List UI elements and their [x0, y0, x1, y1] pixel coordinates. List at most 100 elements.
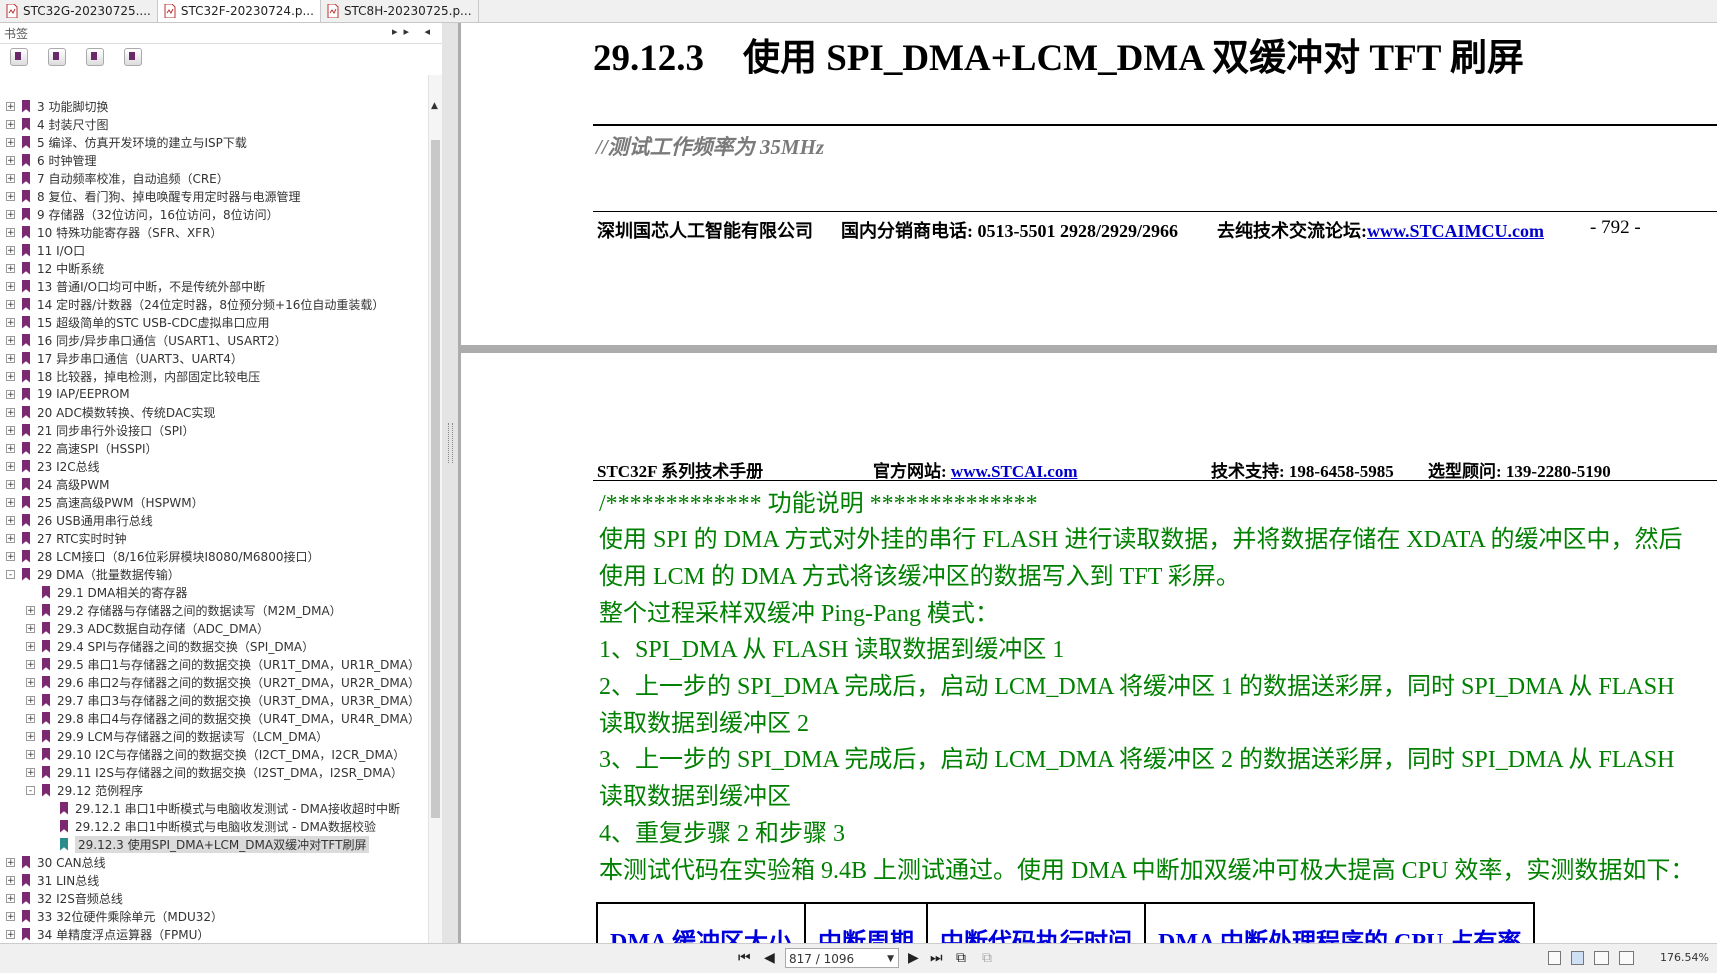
bookmark-item[interactable]: +17 异步串口通信（UART3、UART4）: [6, 349, 243, 367]
collapse-icon[interactable]: -: [26, 785, 35, 795]
bookmark-item[interactable]: +21 同步串行外设接口（SPI）: [6, 421, 194, 439]
expand-icon[interactable]: +: [6, 533, 15, 543]
last-page-icon[interactable]: ⏭: [930, 950, 943, 966]
expand-icon[interactable]: +: [6, 335, 15, 345]
bookmark-item[interactable]: +9 存储器（32位访问，16位访问，8位访问）: [6, 205, 279, 223]
panel-toggle-buttons[interactable]: ▸▸ ◂: [392, 25, 436, 38]
first-page-icon[interactable]: ⏮: [738, 950, 751, 966]
expand-icon[interactable]: +: [6, 407, 15, 417]
expand-icon[interactable]: +: [26, 713, 35, 723]
forward-view-icon[interactable]: ⧉: [982, 950, 992, 966]
expand-icon[interactable]: +: [6, 101, 15, 111]
expand-icon[interactable]: +: [26, 731, 35, 741]
book-view-icon[interactable]: [1619, 951, 1634, 965]
find-bookmark-icon[interactable]: [86, 48, 104, 66]
expand-icon[interactable]: +: [6, 353, 15, 363]
bookmark-item[interactable]: +32 I2S音频总线: [6, 889, 123, 907]
bookmark-item[interactable]: 29.12.3 使用SPI_DMA+LCM_DMA双缓冲对TFT刷屏: [44, 835, 370, 853]
expand-icon[interactable]: +: [6, 551, 15, 561]
bookmark-item[interactable]: 29.12.2 串口1中断模式与电脑收发测试 - DMA数据校验: [44, 817, 376, 835]
expand-icon[interactable]: +: [6, 389, 15, 399]
single-page-view-icon[interactable]: [1548, 951, 1561, 965]
expand-icon[interactable]: +: [6, 371, 15, 381]
bookmark-item[interactable]: +7 自动频率校准，自动追频（CRE）: [6, 169, 229, 187]
bookmark-item[interactable]: +22 高速SPI（HSSPI）: [6, 439, 158, 457]
expand-icon[interactable]: +: [6, 209, 15, 219]
bookmark-item[interactable]: +20 ADC模数转换、传统DAC实现: [6, 403, 215, 421]
expand-icon[interactable]: +: [26, 605, 35, 615]
expand-icon[interactable]: +: [26, 641, 35, 651]
bookmark-item[interactable]: +24 高级PWM: [6, 475, 110, 493]
expand-icon[interactable]: +: [6, 263, 15, 273]
expand-icon[interactable]: +: [6, 479, 15, 489]
expand-icon[interactable]: +: [6, 515, 15, 525]
bookmark-item[interactable]: +31 LIN总线: [6, 871, 99, 889]
bookmark-item[interactable]: +34 单精度浮点运算器（FPMU）: [6, 925, 209, 943]
bookmark-item[interactable]: +26 USB通用串行总线: [6, 511, 153, 529]
bookmark-item[interactable]: +16 同步/异步串口通信（USART1、USART2）: [6, 331, 287, 349]
dropdown-arrow-icon[interactable]: ▼: [887, 949, 894, 969]
expand-icon[interactable]: +: [6, 443, 15, 453]
forum-link[interactable]: www.STCAIMCU.com: [1367, 221, 1544, 241]
expand-icon[interactable]: +: [6, 929, 15, 939]
expand-icon[interactable]: +: [6, 119, 15, 129]
website-link[interactable]: www.STCAI.com: [951, 462, 1078, 481]
bookmark-item[interactable]: - 29.12 范例程序: [26, 781, 143, 799]
bookmark-item[interactable]: +29.9 LCM与存储器之间的数据读写（LCM_DMA）: [26, 727, 328, 745]
zoom-level[interactable]: 176.54%: [1660, 951, 1709, 964]
expand-icon[interactable]: +: [6, 857, 15, 867]
bookmark-item[interactable]: - 29 DMA（批量数据传输）: [6, 565, 180, 583]
scroll-thumb[interactable]: [431, 140, 440, 818]
splitter-grip-icon[interactable]: [448, 423, 453, 463]
bookmark-item[interactable]: +29.11 I2S与存储器之间的数据交换（I2ST_DMA，I2SR_DMA）: [26, 763, 403, 781]
bookmark-item[interactable]: +28 LCM接口（8/16位彩屏模块I8080/M6800接口）: [6, 547, 319, 565]
bookmark-item[interactable]: +10 特殊功能寄存器（SFR、XFR）: [6, 223, 222, 241]
bookmark-item[interactable]: 29.1 DMA相关的寄存器: [26, 583, 187, 601]
bookmark-item[interactable]: +27 RTC实时时钟: [6, 529, 127, 547]
bookmark-item[interactable]: +25 高速高级PWM（HSPWM）: [6, 493, 204, 511]
expand-icon[interactable]: +: [6, 245, 15, 255]
bookmark-item[interactable]: +15 超级简单的STC USB-CDC虚拟串口应用: [6, 313, 269, 331]
bookmark-item[interactable]: +4 封装尺寸图: [6, 115, 108, 133]
bookmark-scrollbar[interactable]: ▲ ▼: [428, 75, 443, 968]
expand-icon[interactable]: +: [6, 425, 15, 435]
expand-bookmark-icon[interactable]: [10, 48, 28, 66]
expand-icon[interactable]: +: [26, 623, 35, 633]
bookmark-item[interactable]: +3 功能脚切换: [6, 97, 108, 115]
expand-icon[interactable]: +: [6, 461, 15, 471]
tab-stc32g[interactable]: STC32G-20230725....: [0, 0, 158, 22]
expand-icon[interactable]: +: [6, 191, 15, 201]
bookmark-item[interactable]: +30 CAN总线: [6, 853, 106, 871]
expand-icon[interactable]: +: [6, 893, 15, 903]
bookmark-item[interactable]: +29.10 I2C与存储器之间的数据交换（I2CT_DMA，I2CR_DMA）: [26, 745, 405, 763]
expand-icon[interactable]: +: [6, 281, 15, 291]
tab-stc8h[interactable]: STC8H-20230725.p...: [321, 0, 479, 22]
bookmark-item[interactable]: +33 32位硬件乘除单元（MDU32）: [6, 907, 223, 925]
next-page-icon[interactable]: ▶: [908, 950, 919, 966]
expand-icon[interactable]: +: [6, 173, 15, 183]
bookmark-item[interactable]: +29.4 SPI与存储器之间的数据交换（SPI_DMA）: [26, 637, 314, 655]
bookmark-item[interactable]: +19 IAP/EEPROM: [6, 385, 130, 403]
bookmark-item[interactable]: +11 I/O口: [6, 241, 85, 259]
collapse-icon[interactable]: -: [6, 569, 15, 579]
bookmark-item[interactable]: +8 复位、看门狗、掉电唤醒专用定时器与电源管理: [6, 187, 300, 205]
expand-icon[interactable]: +: [6, 155, 15, 165]
bookmark-item[interactable]: +29.2 存储器与存储器之间的数据读写（M2M_DMA）: [26, 601, 342, 619]
goto-bookmark-icon[interactable]: [124, 48, 142, 66]
bookmark-item[interactable]: 29.12.1 串口1中断模式与电脑收发测试 - DMA接收超时中断: [44, 799, 400, 817]
bookmark-item[interactable]: +29.7 串口3与存储器之间的数据交换（UR3T_DMA，UR3R_DMA）: [26, 691, 420, 709]
expand-icon[interactable]: +: [26, 677, 35, 687]
expand-icon[interactable]: +: [26, 749, 35, 759]
document-view[interactable]: 29.12.3 使用 SPI_DMA+LCM_DMA 双缓冲对 TFT 刷屏 //…: [458, 23, 1717, 943]
expand-icon[interactable]: +: [6, 227, 15, 237]
expand-icon[interactable]: +: [6, 911, 15, 921]
continuous-view-icon[interactable]: [1571, 951, 1584, 965]
panel-splitter[interactable]: [442, 23, 458, 943]
expand-icon[interactable]: +: [26, 659, 35, 669]
expand-icon[interactable]: +: [6, 137, 15, 147]
bookmark-item[interactable]: +29.6 串口2与存储器之间的数据交换（UR2T_DMA，UR2R_DMA）: [26, 673, 420, 691]
bookmark-item[interactable]: +14 定时器/计数器（24位定时器，8位预分频+16位自动重装载）: [6, 295, 384, 313]
bookmark-item[interactable]: +6 时钟管理: [6, 151, 96, 169]
facing-view-icon[interactable]: [1594, 951, 1609, 965]
scroll-up-icon[interactable]: ▲: [431, 101, 438, 111]
